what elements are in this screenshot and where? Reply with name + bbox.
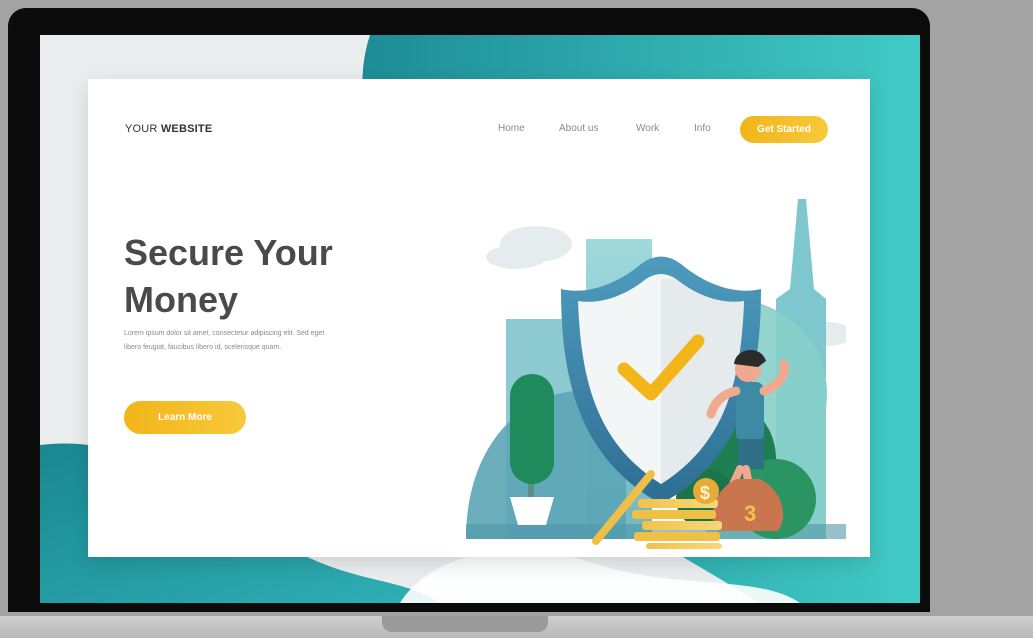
- get-started-button[interactable]: Get Started: [740, 116, 828, 143]
- laptop-base-notch: [382, 616, 548, 632]
- landing-card: YOUR WEBSITE Home About us Work Info Get…: [88, 79, 870, 557]
- nav-home[interactable]: Home: [498, 123, 525, 134]
- laptop-screen: YOUR WEBSITE Home About us Work Info Get…: [40, 35, 920, 603]
- coin-stack: [632, 499, 722, 549]
- logo-light-text: YOUR: [125, 123, 161, 135]
- security-illustration: 3 $: [466, 199, 846, 549]
- logo-bold-text: WEBSITE: [160, 123, 213, 135]
- headline-line-2: Money: [124, 279, 239, 320]
- hero-body-text: Lorem ipsum dolor sit amet, consectetur …: [124, 330, 325, 351]
- learn-more-button[interactable]: Learn More: [124, 401, 246, 434]
- headline-line-1: Secure Your: [124, 232, 333, 273]
- bag-symbol: 3: [744, 501, 756, 526]
- nav-work[interactable]: Work: [636, 123, 659, 134]
- laptop-bezel: YOUR WEBSITE Home About us Work Info Get…: [8, 8, 930, 612]
- site-logo[interactable]: YOUR WEBSITE: [125, 123, 212, 135]
- coin-symbol: $: [700, 483, 710, 503]
- hero-headline: Secure Your Money: [124, 229, 384, 323]
- nav-about-us[interactable]: About us: [559, 123, 598, 134]
- tree: [510, 374, 554, 484]
- nav-info[interactable]: Info: [694, 123, 711, 134]
- background-right: [930, 0, 1033, 616]
